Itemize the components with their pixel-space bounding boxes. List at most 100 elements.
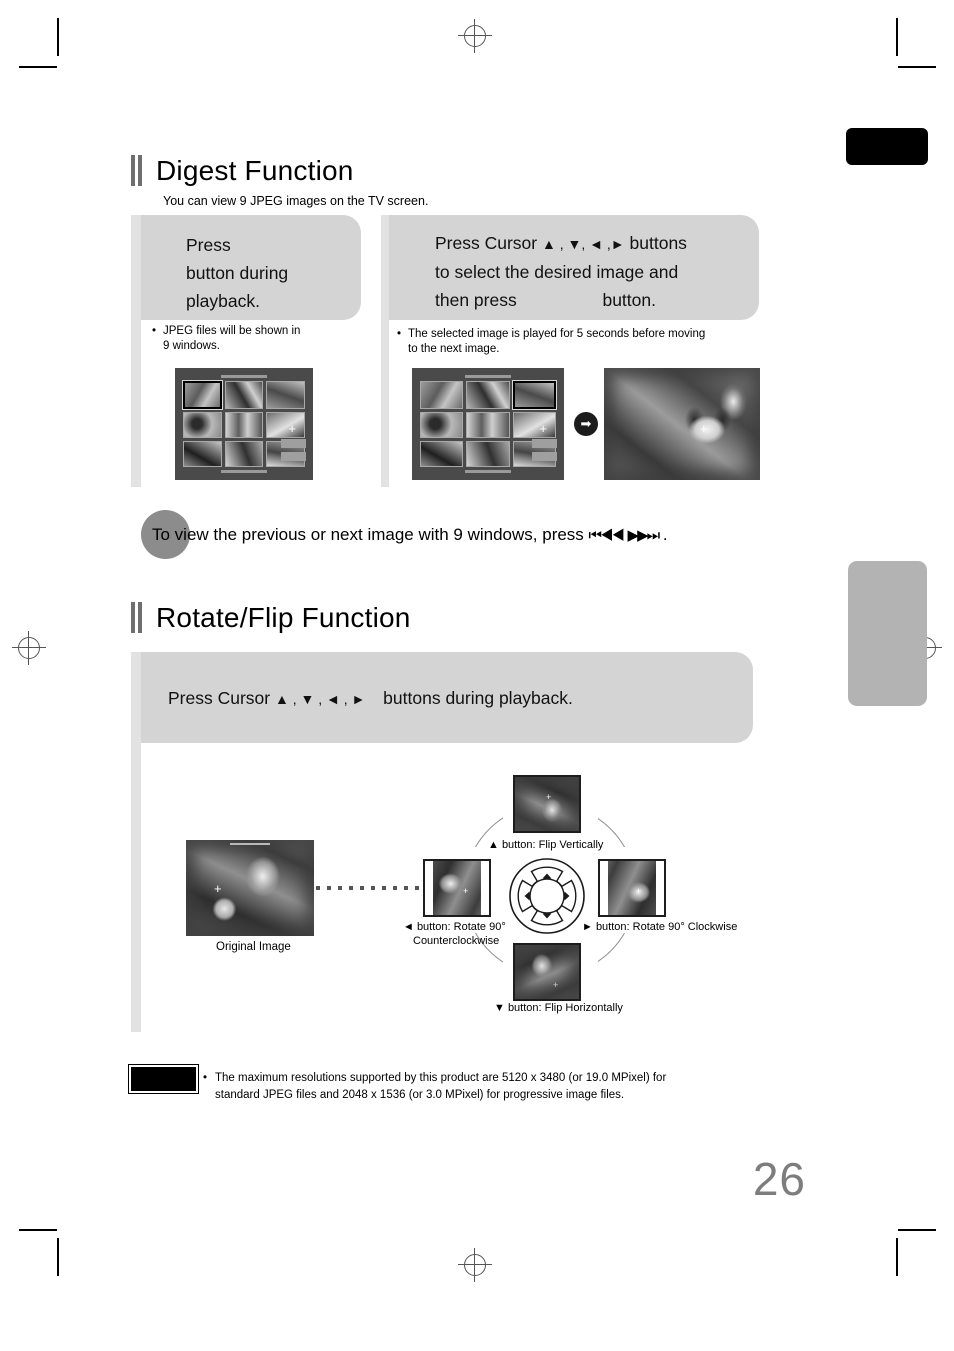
rotate-caption-left-line1: ◄ button: Rotate 90° <box>403 921 506 933</box>
digest-note-text-b: . <box>662 525 668 544</box>
rotate-caption-down: ▼ button: Flip Horizontally <box>494 1002 623 1014</box>
osd-crosshair-icon: + <box>539 421 547 436</box>
tv-bottom-strip <box>465 470 511 473</box>
rotate-callout-b: buttons during playback. <box>383 688 573 708</box>
next-track-icon: ▶▶⏭ <box>627 527 661 544</box>
osd-crosshair-icon: + <box>288 421 296 436</box>
thumbnail-cell[interactable] <box>420 381 464 409</box>
osd-crosshair-icon: + <box>463 886 469 896</box>
digest-note-text-a: To view the previous or next image with … <box>152 525 584 544</box>
thumbnail-cell[interactable] <box>224 412 264 438</box>
registration-mark-top <box>458 19 492 53</box>
rotate-callout: Press Cursor ▲ , ▼ , ◄ , ► buttons durin… <box>141 652 753 743</box>
osd-crosshair-icon: + <box>636 886 642 896</box>
chapter-tab-black <box>846 128 928 165</box>
rotate-caption-left: ◄ button: Rotate 90° Counterclockwise <box>403 920 523 948</box>
rotate-photo-ccw: + <box>423 859 491 917</box>
digest-step2-line3-a: then press <box>435 290 517 310</box>
rotate-left-rail <box>131 652 141 1032</box>
bottom-note-line1: The maximum resolutions supported by thi… <box>215 1072 667 1084</box>
digest-step1-line2: button during <box>186 263 289 283</box>
cursor-arrows-icon: ▲ , ▼, ◄ ,► <box>541 236 625 252</box>
digest-step1-bullet: • JPEG files will be shown in 9 windows. <box>152 324 352 354</box>
rotate-caption-up: ▲ button: Flip Vertically <box>488 839 604 851</box>
tv-top-strip <box>221 375 267 378</box>
thumbnail-cell[interactable] <box>266 381 305 409</box>
prev-track-icon: ⏮◀◀ <box>588 527 625 544</box>
rotate-caption-left-line2: Counterclockwise <box>413 935 500 947</box>
digest-step1-callout: Press button during playback. <box>141 215 361 320</box>
digest-step2-screenshot: + <box>412 368 564 480</box>
bullet-dot-icon: • <box>152 325 157 337</box>
heading-bars-icon <box>131 602 144 633</box>
digest-left-rail-2 <box>381 215 389 487</box>
digest-result-photo: + <box>604 368 760 480</box>
section-title-rotate: Rotate/Flip Function <box>156 601 411 633</box>
digest-step1-line3: playback. <box>186 291 260 311</box>
registration-mark-left <box>12 631 46 665</box>
digest-step2-line1: Press Cursor ▲ , ▼, ◄ ,► buttons <box>435 229 759 258</box>
digest-step2-bullet-line2: to the next image. <box>408 343 500 355</box>
digest-step2-bullet-line1: The selected image is played for 5 secon… <box>408 328 706 340</box>
digest-left-rail-1 <box>131 215 141 487</box>
crop-mark-top-right-v <box>896 18 898 56</box>
thumbnail-cell[interactable] <box>183 441 222 467</box>
thumbnail-cell[interactable] <box>466 381 510 409</box>
rotate-original-photo: + <box>186 840 314 936</box>
thumbnail-cell[interactable] <box>224 381 264 409</box>
tv-side-buttons <box>281 439 306 461</box>
rotate-caption-right: ► button: Rotate 90° Clockwise <box>582 921 738 933</box>
crop-mark-bottom-right-v <box>896 1238 898 1276</box>
digest-step2-line1-b: buttons <box>629 233 687 253</box>
crop-mark-top-left-h <box>19 66 57 68</box>
digest-note-text: To view the previous or next image with … <box>152 522 668 548</box>
cursor-arrows-icon: ▲ , ▼ , ◄ , ► <box>274 691 366 707</box>
digest-step1-bullet-line1: JPEG files will be shown in <box>163 325 301 337</box>
bullet-dot-icon: • <box>203 1072 208 1084</box>
thumbnail-cell[interactable] <box>466 441 510 467</box>
rotate-original-label: Original Image <box>216 941 291 953</box>
rotate-photo-cw: + <box>598 859 666 917</box>
thumbnail-cell[interactable]: + <box>266 412 305 438</box>
tv-bottom-strip <box>221 470 267 473</box>
digest-step2-bullet: • The selected image is played for 5 sec… <box>397 327 767 357</box>
bullet-dot-icon: • <box>397 328 402 340</box>
section-heading-rotate: Rotate/Flip Function <box>131 602 411 633</box>
note-tag-box <box>128 1064 199 1094</box>
thumbnail-cell[interactable] <box>183 412 222 438</box>
digest-step2-line1-a: Press Cursor <box>435 233 538 253</box>
thumbnail-cell[interactable] <box>420 441 464 467</box>
bottom-note: • The maximum resolutions supported by t… <box>203 1070 763 1104</box>
crop-mark-bottom-left-h <box>19 1229 57 1231</box>
rotate-photo-flip-vertical: + <box>513 775 581 833</box>
digest-step2-line3-b: button. <box>602 290 656 310</box>
rotate-photo-flip-horizontal: + <box>513 943 581 1001</box>
section-subtitle-digest: You can view 9 JPEG images on the TV scr… <box>163 194 429 208</box>
section-heading-digest: Digest Function <box>131 155 354 186</box>
tv-side-buttons <box>532 439 557 461</box>
page-title: Digest Function <box>156 154 354 186</box>
thumbnail-cell-selected[interactable] <box>511 380 557 410</box>
digest-step1-screenshot: + <box>175 368 313 480</box>
digest-step2-callout: Press Cursor ▲ , ▼, ◄ ,► buttons to sele… <box>389 215 759 320</box>
rotate-callout-a: Press Cursor <box>168 688 271 708</box>
bottom-note-line2: standard JPEG files and 2048 x 1536 (or … <box>215 1089 625 1101</box>
tv-top-strip <box>465 375 511 378</box>
thumbnail-cell[interactable] <box>466 412 510 438</box>
thumbnail-cell[interactable] <box>420 412 464 438</box>
registration-mark-bottom <box>458 1248 492 1282</box>
thumbnail-cell-selected[interactable] <box>182 380 223 410</box>
thumbnail-cell[interactable]: + <box>512 412 556 438</box>
crop-mark-top-right-h <box>898 66 936 68</box>
digest-step1-line1: Press <box>186 235 231 255</box>
thumbnail-cell[interactable] <box>224 441 264 467</box>
transition-arrow-icon: ➡ <box>574 412 598 436</box>
digest-step2-line2: to select the desired image and <box>435 262 679 282</box>
heading-bars-icon <box>131 155 144 186</box>
chapter-tab-gray <box>848 561 927 706</box>
crop-mark-bottom-right-h <box>898 1229 936 1231</box>
crop-mark-top-left-v <box>57 18 59 56</box>
page-number: 26 <box>752 1153 806 1205</box>
crop-mark-bottom-left-v <box>57 1238 59 1276</box>
digest-step2-line3: then press button. <box>435 286 759 314</box>
